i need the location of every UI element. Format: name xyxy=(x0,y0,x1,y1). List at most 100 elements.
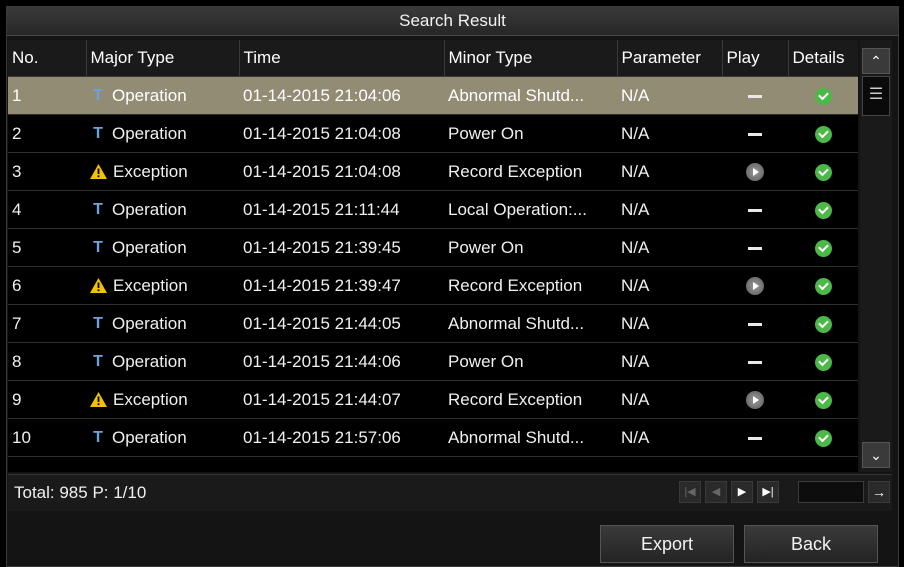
results-footer: Total: 985 P: 1/10 |◀ ◀ ▶ ▶| → xyxy=(8,474,892,511)
major-type-label: Operation xyxy=(112,427,187,447)
cell-no: 3 xyxy=(8,152,86,191)
play-icon[interactable] xyxy=(746,277,764,296)
table-row[interactable]: 1 T Operation 01-14-2015 21:04:06 Abnorma… xyxy=(8,76,858,115)
cell-details xyxy=(788,114,858,153)
no-playback-dash xyxy=(748,208,762,212)
column-header-no[interactable]: No. xyxy=(8,40,87,77)
go-page-button[interactable]: → xyxy=(868,481,890,503)
cell-no: 8 xyxy=(8,342,86,381)
cell-play xyxy=(722,380,788,419)
details-ok-icon[interactable] xyxy=(814,125,832,143)
cell-minor-type: Record Exception xyxy=(444,152,617,191)
tool-icon: T xyxy=(93,428,103,446)
details-ok-icon[interactable] xyxy=(814,315,832,333)
cell-play xyxy=(722,152,788,191)
table-row[interactable]: 7 T Operation 01-14-2015 21:44:05 Abnorma… xyxy=(8,304,858,343)
cell-major-type: T Operation xyxy=(86,76,239,115)
cell-no: 5 xyxy=(8,228,86,267)
cell-play xyxy=(722,76,788,115)
details-ok-icon[interactable] xyxy=(814,429,832,447)
cell-details xyxy=(788,190,858,229)
details-ok-icon[interactable] xyxy=(814,239,832,257)
cell-time: 01-14-2015 21:11:44 xyxy=(239,190,444,229)
column-header-time[interactable]: Time xyxy=(239,40,445,77)
cell-parameter: N/A xyxy=(617,228,722,267)
results-table-container: No. Major Type Time Minor Type Parameter… xyxy=(8,40,858,472)
table-body: 1 T Operation 01-14-2015 21:04:06 Abnorma… xyxy=(8,76,858,457)
cell-play xyxy=(722,114,788,153)
cell-no: 1 xyxy=(8,76,86,115)
column-header-parameter[interactable]: Parameter xyxy=(617,40,723,77)
cell-details xyxy=(788,152,858,191)
warning-icon xyxy=(90,392,107,407)
column-header-play[interactable]: Play xyxy=(722,40,789,77)
cell-minor-type: Local Operation:... xyxy=(444,190,617,229)
cell-minor-type: Abnormal Shutd... xyxy=(444,418,617,457)
cell-details xyxy=(788,304,858,343)
details-ok-icon[interactable] xyxy=(814,277,832,295)
next-page-button[interactable]: ▶ xyxy=(731,481,753,503)
cell-major-type: Exception xyxy=(86,152,239,191)
cell-minor-type: Power On xyxy=(444,114,617,153)
column-header-details[interactable]: Details xyxy=(788,40,858,77)
details-ok-icon[interactable] xyxy=(814,163,832,181)
cell-major-type: Exception xyxy=(86,380,239,419)
play-icon[interactable] xyxy=(746,163,764,182)
major-type-label: Operation xyxy=(112,351,187,371)
cell-time: 01-14-2015 21:04:08 xyxy=(239,114,444,153)
prev-page-button[interactable]: ◀ xyxy=(705,481,727,503)
table-row[interactable]: 6 Exception 01-14-2015 21:39:47 Record E… xyxy=(8,266,858,305)
cell-no: 4 xyxy=(8,190,86,229)
tool-icon: T xyxy=(93,86,103,104)
major-type-label: Operation xyxy=(112,85,187,105)
cell-parameter: N/A xyxy=(617,304,722,343)
cell-no: 7 xyxy=(8,304,86,343)
scrollbar[interactable]: ⌃ ☰ ⌄ xyxy=(860,40,892,472)
table-row[interactable]: 9 Exception 01-14-2015 21:44:07 Record E… xyxy=(8,380,858,419)
cell-no: 2 xyxy=(8,114,86,153)
cell-parameter: N/A xyxy=(617,380,722,419)
scroll-up-button[interactable]: ⌃ xyxy=(862,48,890,74)
no-playback-dash xyxy=(748,132,762,136)
total-count-label: Total: 985 P: 1/10 xyxy=(14,483,147,502)
tool-icon: T xyxy=(93,352,103,370)
table-row[interactable]: 3 Exception 01-14-2015 21:04:08 Record E… xyxy=(8,152,858,191)
cell-no: 10 xyxy=(8,418,86,457)
details-ok-icon[interactable] xyxy=(814,391,832,409)
no-playback-dash xyxy=(748,94,762,98)
cell-play xyxy=(722,304,788,343)
table-row[interactable]: 4 T Operation 01-14-2015 21:11:44 Local O… xyxy=(8,190,858,229)
major-type-label: Exception xyxy=(113,389,188,409)
details-ok-icon[interactable] xyxy=(814,201,832,219)
major-type-label: Operation xyxy=(112,237,187,257)
back-button[interactable]: Back xyxy=(744,525,878,563)
last-page-button[interactable]: ▶| xyxy=(757,481,779,503)
cell-no: 6 xyxy=(8,266,86,305)
play-icon[interactable] xyxy=(746,391,764,410)
column-header-minor-type[interactable]: Minor Type xyxy=(444,40,618,77)
table-row[interactable]: 5 T Operation 01-14-2015 21:39:45 Power O… xyxy=(8,228,858,267)
cell-play xyxy=(722,266,788,305)
details-ok-icon[interactable] xyxy=(814,353,832,371)
chevron-up-icon: ⌃ xyxy=(870,53,882,69)
cell-parameter: N/A xyxy=(617,190,722,229)
scroll-down-button[interactable]: ⌄ xyxy=(862,442,890,468)
table-row[interactable]: 10 T Operation 01-14-2015 21:57:06 Abnorm… xyxy=(8,418,858,457)
cell-parameter: N/A xyxy=(617,76,722,115)
export-button[interactable]: Export xyxy=(600,525,734,563)
dialog-title: Search Result xyxy=(7,7,898,36)
column-header-major-type[interactable]: Major Type xyxy=(86,40,240,77)
tool-icon: T xyxy=(93,124,103,142)
page-number-input[interactable] xyxy=(798,481,864,503)
table-row[interactable]: 8 T Operation 01-14-2015 21:44:06 Power O… xyxy=(8,342,858,381)
scroll-thumb[interactable]: ☰ xyxy=(862,76,890,116)
cell-parameter: N/A xyxy=(617,114,722,153)
tool-icon: T xyxy=(93,200,103,218)
chevron-down-icon: ⌄ xyxy=(870,447,882,463)
warning-icon xyxy=(90,164,107,179)
table-row[interactable]: 2 T Operation 01-14-2015 21:04:08 Power O… xyxy=(8,114,858,153)
cell-major-type: Exception xyxy=(86,266,239,305)
first-page-button[interactable]: |◀ xyxy=(679,481,701,503)
arrow-right-icon: → xyxy=(872,484,886,500)
details-ok-icon[interactable] xyxy=(814,87,832,105)
